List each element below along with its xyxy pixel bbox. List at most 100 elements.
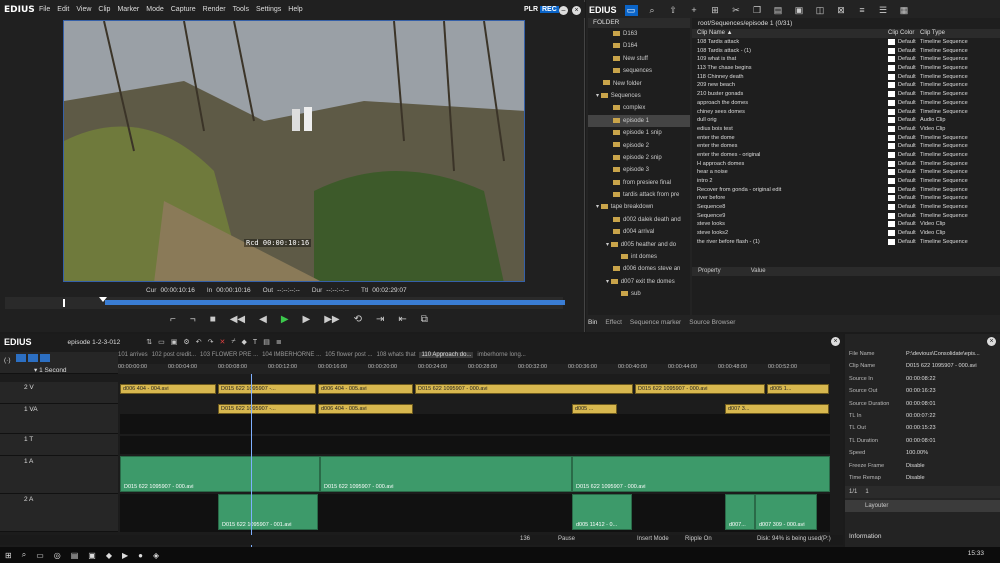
tab-sequence-marker[interactable]: Sequence marker xyxy=(630,319,681,326)
menu-edit[interactable]: Edit xyxy=(57,6,69,13)
cut-icon[interactable]: ✂ xyxy=(730,5,743,16)
add-clip-icon[interactable]: + xyxy=(688,5,701,15)
ripple-mode[interactable]: Ripple On xyxy=(685,536,712,542)
clip-row[interactable]: enter the dome Default Timeline Sequence xyxy=(692,134,1000,143)
clip-row[interactable]: Sequence9 Default Timeline Sequence xyxy=(692,212,1000,221)
clip-row[interactable]: 108 Tardis attack Default Timeline Sequenc… xyxy=(692,38,1000,47)
clip-row[interactable]: approach the domes Default Timeline Sequen… xyxy=(692,99,1000,108)
timeline-clip[interactable]: D015 622 1095907 - 000.avi xyxy=(635,384,765,394)
delete-icon[interactable]: ✕ xyxy=(219,338,225,346)
audio-clip[interactable]: d007 309 - 000.avi xyxy=(755,494,817,530)
col-clip-color[interactable]: Clip Color xyxy=(888,29,920,38)
menu-clip[interactable]: Clip xyxy=(98,6,110,13)
search-icon[interactable]: ⌕ xyxy=(646,5,659,16)
tab-source-browser[interactable]: Source Browser xyxy=(689,319,735,326)
search-icon[interactable]: ⌕ xyxy=(22,550,26,560)
folder-item[interactable]: New stuff xyxy=(588,53,690,65)
clip-row[interactable]: enter the domes - original Default Timelin… xyxy=(692,151,1000,160)
app-icon[interactable]: ◆ xyxy=(106,551,112,560)
ripple-icon[interactable] xyxy=(28,354,39,362)
clip-row[interactable]: 118 Chinney death Default Timeline Sequenc… xyxy=(692,73,1000,82)
audio-clip[interactable]: D015 622 1095907 - 001.avi xyxy=(218,494,318,530)
overwrite-icon[interactable]: ⇤ xyxy=(398,314,406,325)
clip-row[interactable]: enter the domes Default Timeline Sequence xyxy=(692,142,1000,151)
timeline-clip[interactable]: D015 622 1095907 -... xyxy=(218,384,316,394)
folder-item[interactable]: int domes xyxy=(588,251,690,263)
seq-tab[interactable]: 102 post credit... xyxy=(152,352,196,358)
menu-mode[interactable]: Mode xyxy=(146,6,164,13)
clip-row[interactable]: dull orig Default Audio Clip xyxy=(692,116,1000,125)
windows-start-icon[interactable]: ⊞ xyxy=(5,551,12,560)
menu-file[interactable]: File xyxy=(39,6,50,13)
col-clip-name[interactable]: Clip Name ▲ xyxy=(692,29,888,38)
clip-row[interactable]: 108 Tardis attack - (1) Default Timeline S… xyxy=(692,47,1000,56)
folder-item-selected[interactable]: episode 1 xyxy=(588,114,690,128)
clip-row[interactable]: 210 buster gonads Default Timeline Sequenc… xyxy=(692,90,1000,99)
folder-item[interactable]: episode 1 snip xyxy=(588,127,690,139)
set-in-icon[interactable]: ⌐ xyxy=(170,314,176,325)
folder-item[interactable]: ▾ Sequences xyxy=(588,90,690,102)
timeline-playhead[interactable] xyxy=(251,374,252,549)
step-back-icon[interactable]: ◀ xyxy=(259,314,267,325)
show-recorder-icon[interactable]: ◫ xyxy=(814,5,827,16)
insert-icon[interactable]: ⇥ xyxy=(376,314,384,325)
timeline-ruler[interactable]: 00:00:00:00 00:00:04:00 00:00:08:00 00:0… xyxy=(118,364,830,374)
render-icon[interactable]: ▤ xyxy=(263,338,270,346)
audio-clip[interactable]: D015 622 1095907 - 000.avi xyxy=(120,456,320,492)
folder-item[interactable]: D163 xyxy=(588,28,690,40)
timeline-clip[interactable]: d005 1... xyxy=(767,384,829,394)
export-icon[interactable]: ⧉ xyxy=(421,314,428,325)
menu-capture[interactable]: Capture xyxy=(171,6,196,13)
player-scrubber[interactable] xyxy=(5,297,565,309)
loop-icon[interactable]: ⟲ xyxy=(354,314,362,325)
mode-icon[interactable]: ⇅ xyxy=(146,338,152,346)
minimize-icon[interactable]: – xyxy=(559,6,568,15)
seq-tab[interactable]: 101 arrives xyxy=(118,352,148,358)
menu-help[interactable]: Help xyxy=(288,6,302,13)
col-clip-type[interactable]: Clip Type xyxy=(920,29,976,38)
folder-item[interactable]: d006 domes steve an xyxy=(588,263,690,275)
menu-marker[interactable]: Marker xyxy=(117,6,139,13)
folder-item[interactable]: New folder xyxy=(588,78,690,90)
insert-mode[interactable]: Insert Mode xyxy=(637,536,669,542)
seq-tab[interactable]: imberhorne long... xyxy=(477,352,525,358)
scrubber-playhead[interactable] xyxy=(99,297,107,302)
clip-row[interactable]: chiney sees domes Default Timeline Sequenc… xyxy=(692,108,1000,117)
tab-bin[interactable]: Bin xyxy=(588,319,597,326)
undo-icon[interactable]: ↶ xyxy=(196,338,202,346)
clip-row[interactable]: steve looks2 Default Video Clip xyxy=(692,229,1000,238)
timeline-clip[interactable]: d006 404 - 005.avi xyxy=(318,384,413,394)
folder-item[interactable]: complex xyxy=(588,102,690,114)
timeline-clip[interactable]: D015 622 1095907 -... xyxy=(218,404,316,414)
audio-clip[interactable]: d005 11412 - 0... xyxy=(572,494,632,530)
view-icon[interactable]: ☰ xyxy=(877,5,890,16)
clip-row[interactable]: edius bois test Default Video Clip xyxy=(692,125,1000,134)
folder-item[interactable]: sub xyxy=(588,288,690,300)
sync-icon[interactable] xyxy=(16,354,27,362)
layer-item-layouter[interactable]: Layouter xyxy=(845,500,1000,513)
timeline-clip[interactable]: d007 3... xyxy=(725,404,829,414)
redo-icon[interactable]: ↷ xyxy=(208,338,214,346)
clip-row[interactable]: 113 The chase begins Default Timeline Sequ… xyxy=(692,64,1000,73)
seq-tab[interactable]: 105 flower post ... xyxy=(325,352,372,358)
app-icon[interactable]: ● xyxy=(138,551,143,560)
audio-clip[interactable]: D015 622 1095907 - 000.avi xyxy=(572,456,830,492)
folder-item[interactable]: sequences xyxy=(588,65,690,77)
folder-item[interactable]: episode 2 snip xyxy=(588,152,690,164)
timeline-close-icon[interactable]: × xyxy=(831,337,840,346)
delete-icon[interactable]: ⊠ xyxy=(835,5,848,16)
folder-icon[interactable]: ▭ xyxy=(624,4,638,16)
seq-tab[interactable]: 108 whats that xyxy=(376,352,415,358)
timeline-clip[interactable]: d005 ... xyxy=(572,404,617,414)
save-icon[interactable]: ▣ xyxy=(171,338,178,346)
set-out-icon[interactable]: ¬ xyxy=(190,314,196,325)
file-explorer-icon[interactable]: ▤ xyxy=(71,551,79,560)
clip-row[interactable]: river before Default Timeline Sequence xyxy=(692,194,1000,203)
clip-row[interactable]: 109 what is that Default Timeline Sequence xyxy=(692,55,1000,64)
folder-item[interactable]: episode 3 xyxy=(588,164,690,176)
show-player-icon[interactable]: ▣ xyxy=(793,5,806,16)
menu-tools[interactable]: Tools xyxy=(233,6,249,13)
add-timeline-icon[interactable]: ⊞ xyxy=(709,5,722,16)
plr-rec-indicator[interactable]: PLR REC xyxy=(524,6,559,13)
clip-row[interactable]: 209 new beach Default Timeline Sequence xyxy=(692,81,1000,90)
